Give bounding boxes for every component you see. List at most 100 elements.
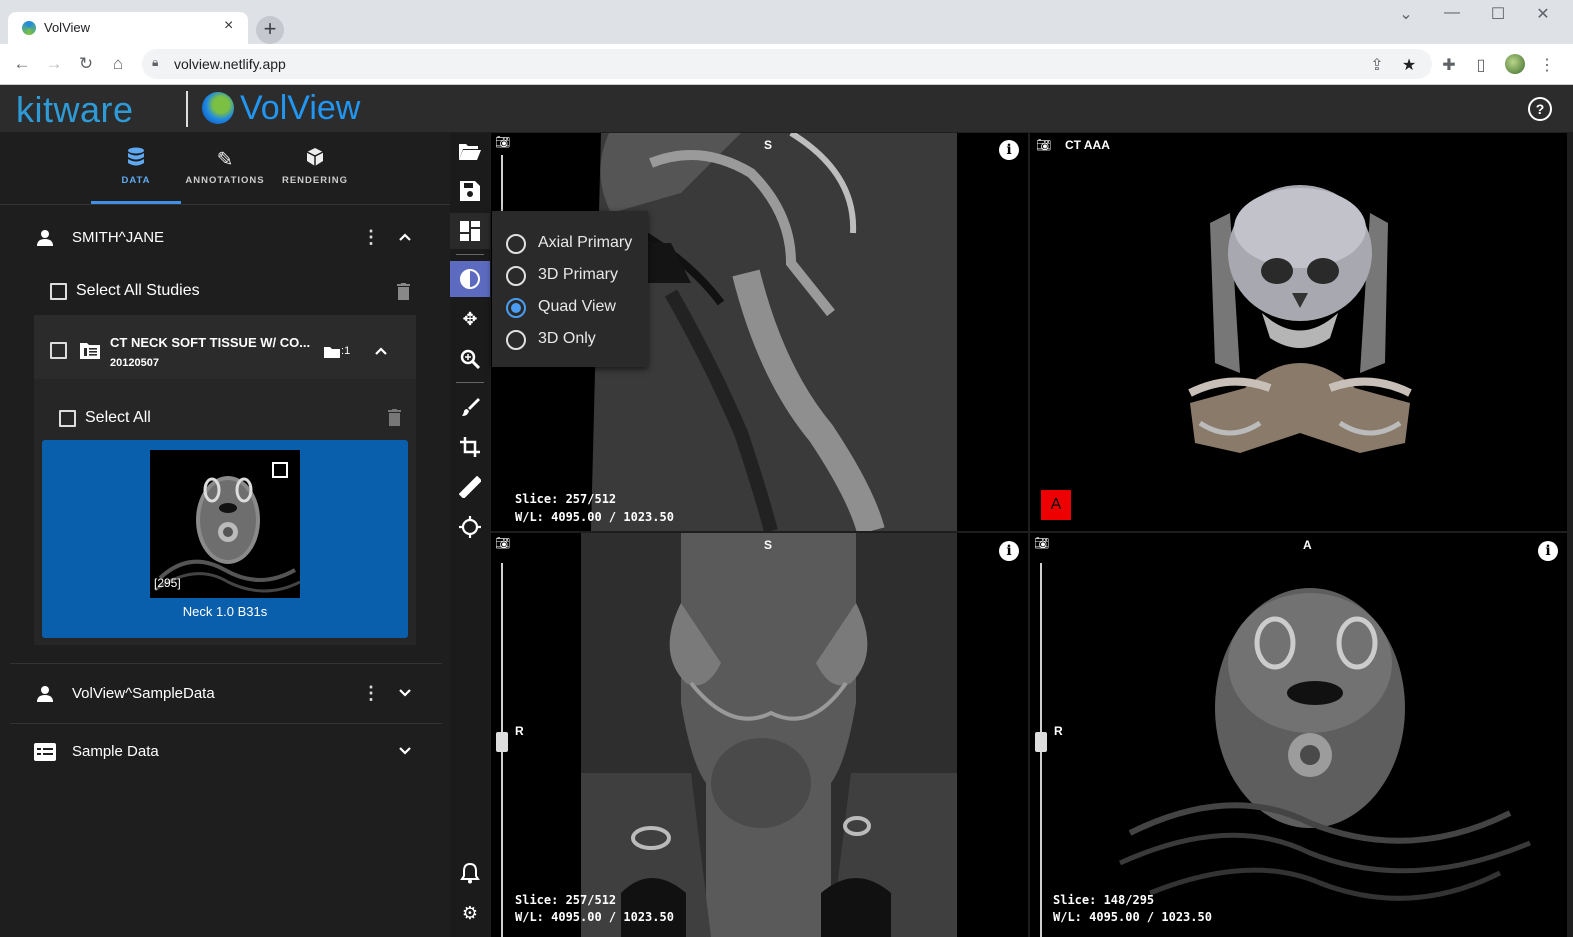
orientation-label-top-coronal: S xyxy=(764,538,773,552)
series-checkbox[interactable] xyxy=(272,462,288,478)
series-slice-count: [295] xyxy=(154,576,181,590)
crosshairs-icon[interactable] xyxy=(450,509,490,545)
screenshot-camera-icon-axial[interactable]: 📷︎ xyxy=(1034,536,1049,550)
share-icon[interactable]: ⇪ xyxy=(1367,55,1387,75)
sample-data-label[interactable]: Sample Data xyxy=(72,743,159,760)
axial-view[interactable]: 📷︎ A R i Slice: 148/295 W/L: 4095.00 / 1… xyxy=(1030,533,1567,937)
reload-icon[interactable]: ↻ xyxy=(76,54,96,74)
new-tab-button[interactable]: + xyxy=(256,16,284,44)
study-chevron-up-icon[interactable] xyxy=(374,344,388,363)
close-tab-icon[interactable]: × xyxy=(224,17,233,35)
orientation-label-top: S xyxy=(764,138,773,152)
layout-menu: Axial Primary 3D Primary Quad View 3D On… xyxy=(492,211,648,367)
settings-gear-icon[interactable]: ⚙ xyxy=(450,895,490,931)
orientation-label-top-axial: A xyxy=(1303,538,1312,552)
tool-separator xyxy=(456,254,484,255)
study-date: 20120507 xyxy=(110,357,159,369)
patient-name-2[interactable]: VolView^SampleData xyxy=(72,685,215,702)
zoom-icon[interactable] xyxy=(450,341,490,377)
notifications-bell-icon[interactable] xyxy=(450,855,490,891)
radio-3d-only[interactable] xyxy=(506,330,526,350)
sample-data-icon xyxy=(34,743,56,766)
kitware-logo: kitware xyxy=(16,89,134,131)
browser-tab[interactable]: VolView × xyxy=(8,12,248,44)
browser-toolbar: ← → ↻ ⌂ 🔒︎ volview.netlify.app ⇪ ★ ✚ ▯ ⋮ xyxy=(0,44,1573,85)
tab-annotations-label: ANNOTATIONS xyxy=(185,175,265,186)
pencil-icon: ✎ xyxy=(216,149,234,171)
paint-brush-icon[interactable] xyxy=(450,389,490,425)
patient-menu-icon-2[interactable]: ⋮ xyxy=(362,683,380,704)
forward-icon[interactable]: → xyxy=(44,54,64,74)
study-title: CT NECK SOFT TISSUE W/ CO... xyxy=(110,335,311,350)
patient-name[interactable]: SMITH^JANE xyxy=(72,229,164,246)
logo-divider xyxy=(186,91,188,127)
tab-data-label: DATA xyxy=(121,175,151,186)
tab-annotations[interactable]: ✎ ANNOTATIONS xyxy=(180,147,270,186)
study-checkbox[interactable] xyxy=(50,342,67,359)
series-card[interactable]: [295] Neck 1.0 B31s xyxy=(42,440,408,638)
info-icon[interactable]: i xyxy=(999,140,1019,160)
volview-favicon-icon xyxy=(22,21,36,35)
info-icon-coronal[interactable]: i xyxy=(999,541,1019,561)
screenshot-camera-icon-3d[interactable]: 📷︎ xyxy=(1036,138,1051,152)
select-all-series-checkbox[interactable] xyxy=(59,410,76,427)
maximize-icon[interactable]: ☐ xyxy=(1488,4,1508,24)
kitware-wordmark: kitware xyxy=(16,89,134,130)
ruler-icon[interactable] xyxy=(450,469,490,505)
radio-quad-view[interactable] xyxy=(506,298,526,318)
side-panel-icon[interactable]: ▯ xyxy=(1471,55,1491,75)
select-all-studies-checkbox[interactable] xyxy=(50,283,67,300)
screenshot-camera-icon-coronal[interactable]: 📷︎ xyxy=(495,536,510,550)
coronal-view[interactable]: 📷︎ S R i Slice: 257/512 W/L: 4095.00 / 1… xyxy=(491,533,1028,937)
3d-render-image xyxy=(1188,185,1412,453)
app-header: kitware VolView ? xyxy=(0,85,1573,132)
minimize-icon[interactable]: — xyxy=(1442,4,1462,22)
layout-icon[interactable] xyxy=(450,213,490,249)
radio-axial-primary[interactable] xyxy=(506,234,526,254)
sample-divider xyxy=(10,723,442,724)
patient-menu-icon[interactable]: ⋮ xyxy=(362,227,380,248)
tab-rendering[interactable]: RENDERING xyxy=(270,147,360,186)
home-icon[interactable]: ⌂ xyxy=(108,54,128,74)
window-level-readout-axial: W/L: 4095.00 / 1023.50 xyxy=(1053,910,1212,924)
slice-slider-handle-axial[interactable] xyxy=(1035,732,1047,752)
slice-slider-track[interactable] xyxy=(501,155,503,215)
profile-avatar[interactable] xyxy=(1505,54,1525,74)
info-icon-axial[interactable]: i xyxy=(1538,541,1558,561)
window-level-icon[interactable] xyxy=(450,261,490,297)
lock-icon: 🔒︎ xyxy=(152,55,159,69)
browser-tabstrip: VolView × + ⌄ — ☐ ✕ xyxy=(0,0,1573,44)
orientation-cube-badge[interactable]: A xyxy=(1041,490,1071,520)
study-header[interactable]: CT NECK SOFT TISSUE W/ CO... 20120507 :1 xyxy=(34,315,416,379)
study-folder-icon xyxy=(80,341,100,364)
screenshot-camera-icon[interactable]: 📷︎ xyxy=(495,135,510,149)
tab-search-icon[interactable]: ⌄ xyxy=(1396,4,1416,24)
radio-3d-primary[interactable] xyxy=(506,266,526,286)
open-folder-icon[interactable] xyxy=(450,133,490,169)
person-icon-2 xyxy=(36,685,54,708)
tab-data[interactable]: DATA xyxy=(91,147,181,186)
cube-icon xyxy=(270,147,360,171)
chevron-up-icon[interactable] xyxy=(398,230,412,249)
volview-wordmark: VolView xyxy=(240,89,361,127)
3d-view[interactable]: 📷︎ CT AAA A xyxy=(1030,133,1567,531)
delete-series-icon[interactable] xyxy=(388,409,401,431)
person-icon xyxy=(36,229,54,252)
series-label: Neck 1.0 B31s xyxy=(182,604,268,619)
browser-menu-icon[interactable]: ⋮ xyxy=(1537,55,1557,75)
back-icon[interactable]: ← xyxy=(12,54,32,74)
slice-slider-handle-coronal[interactable] xyxy=(496,732,508,752)
address-bar[interactable]: 🔒︎ volview.netlify.app xyxy=(142,49,1432,79)
extensions-icon[interactable]: ✚ xyxy=(1439,55,1459,75)
help-button[interactable]: ? xyxy=(1528,97,1552,121)
save-icon[interactable] xyxy=(450,173,490,209)
pan-icon[interactable]: ✥ xyxy=(450,301,490,337)
sample-chevron-down-icon[interactable] xyxy=(398,744,412,763)
close-window-icon[interactable]: ✕ xyxy=(1533,4,1553,24)
delete-studies-icon[interactable] xyxy=(397,283,410,305)
tool-strip: ✥ ⚙ xyxy=(450,133,490,937)
crop-icon[interactable] xyxy=(450,429,490,465)
chevron-down-icon[interactable] xyxy=(398,686,412,705)
bookmark-star-icon[interactable]: ★ xyxy=(1399,55,1419,75)
slice-readout: Slice: 257/512 xyxy=(515,492,617,506)
